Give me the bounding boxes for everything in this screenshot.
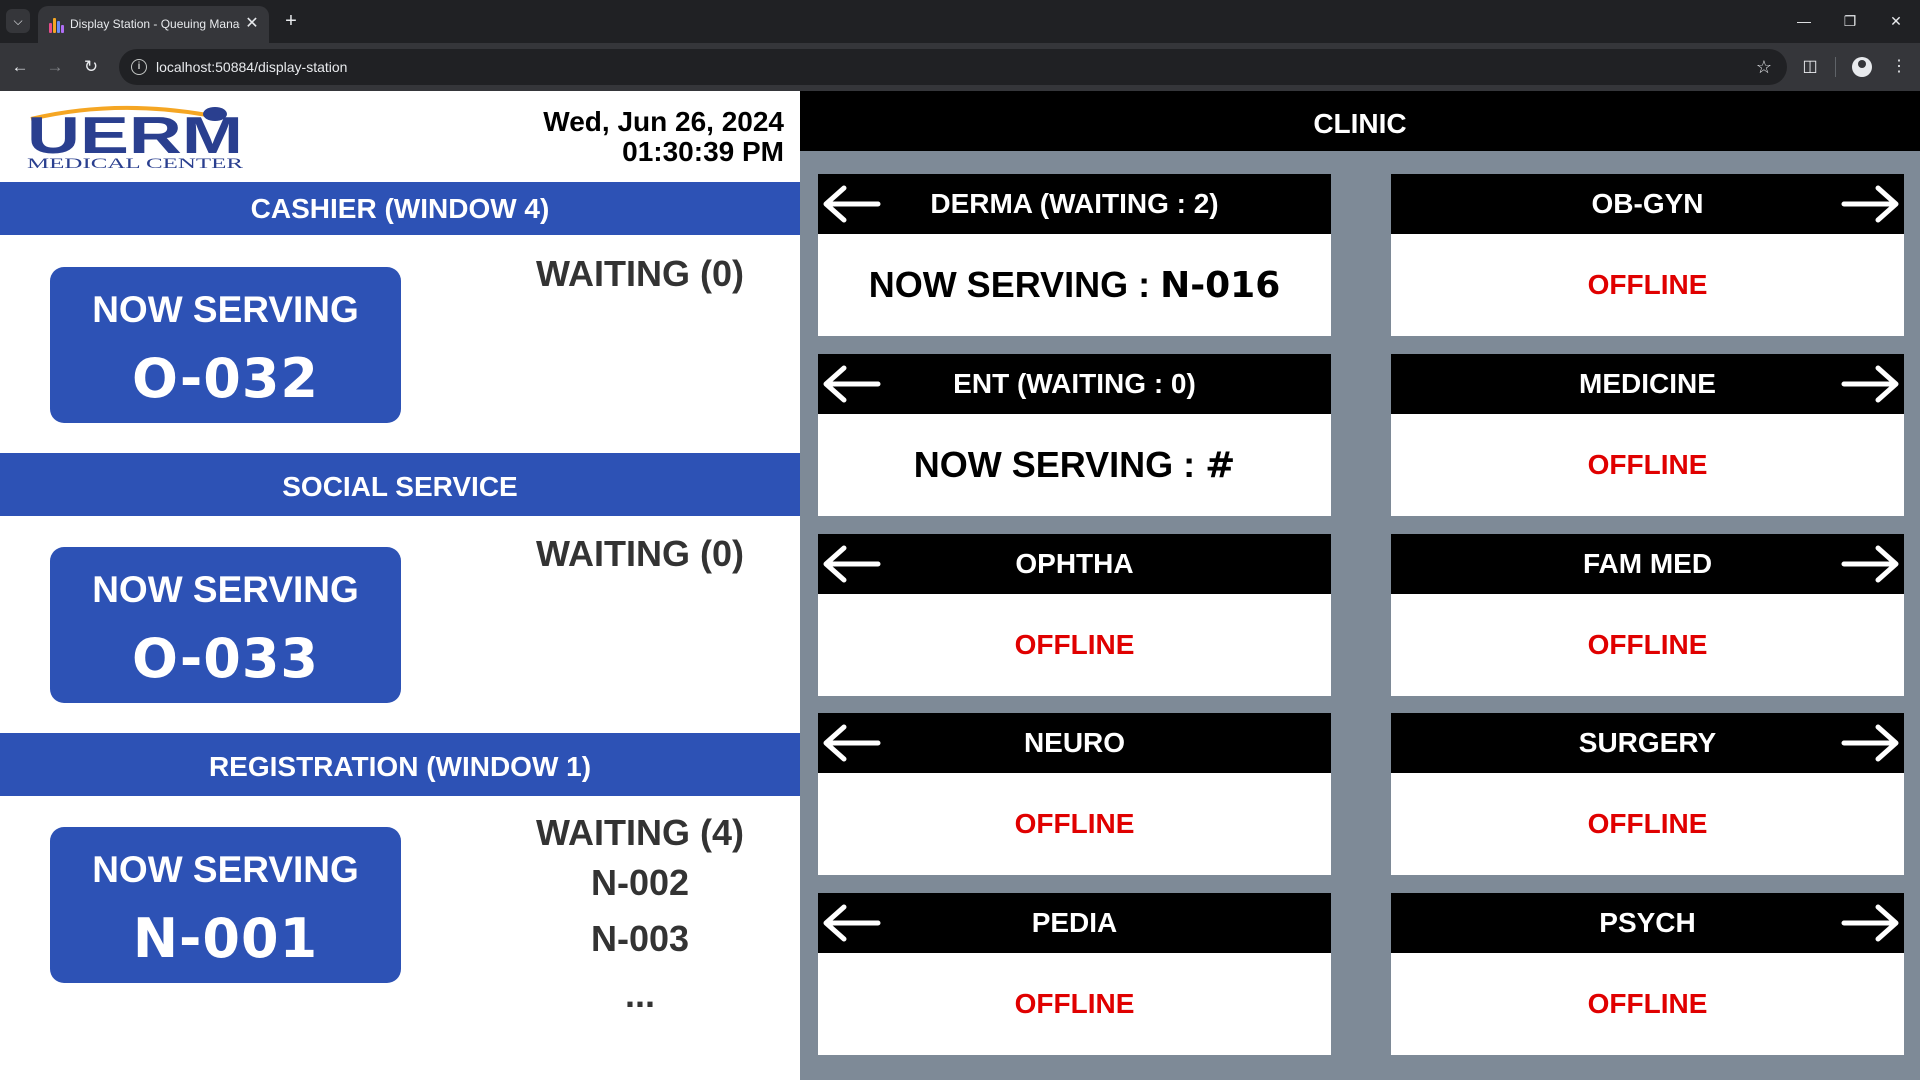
back-icon[interactable]: ← — [6, 53, 34, 81]
waiting-count: WAITING (4) — [536, 812, 744, 853]
arrow-right-icon — [1841, 724, 1899, 762]
clinic-card-pedia: PEDIA OFFLINE — [818, 893, 1331, 1055]
arrow-left-icon — [823, 185, 881, 223]
logo-subtext: MEDICAL CENTER — [27, 156, 243, 171]
current-time: 01:30:39 PM — [622, 136, 784, 167]
now-serving-number: # — [1205, 445, 1236, 486]
favicon-icon — [48, 17, 64, 33]
clinic-card-header: SURGERY — [1391, 713, 1904, 773]
address-bar[interactable]: i localhost:50884/display-station ☆ — [119, 49, 1787, 85]
service-header-cashier: CASHIER (WINDOW 4) — [0, 182, 800, 235]
waiting-count: WAITING (0) — [536, 253, 744, 294]
now-serving-label: NOW SERVING — [92, 849, 359, 890]
now-serving-box: NOW SERVING O-032 — [50, 267, 401, 423]
clinic-card-header: DERMA (WAITING : 2) — [818, 174, 1331, 234]
arrow-left-icon — [823, 904, 881, 942]
now-serving-number: N-001 — [132, 907, 319, 970]
waiting-list: WAITING (0) — [500, 532, 780, 576]
star-icon[interactable]: ☆ — [1753, 56, 1775, 78]
now-serving-number: N-016 — [1160, 265, 1281, 306]
restore-icon[interactable]: ❐ — [1832, 7, 1868, 35]
arrow-right-icon — [1841, 904, 1899, 942]
clinic-card-status: NOW SERVING : N-016 — [818, 234, 1331, 336]
now-serving-box: NOW SERVING O-033 — [50, 547, 401, 703]
clinic-card-fam-med: FAM MED OFFLINE — [1391, 534, 1904, 696]
profile-icon[interactable] — [1852, 57, 1872, 77]
menu-icon[interactable]: ⋮ — [1885, 53, 1913, 81]
clinic-card-header: OPHTHA — [818, 534, 1331, 594]
now-serving-prefix: NOW SERVING : — [868, 264, 1161, 305]
close-icon[interactable]: ✕ — [243, 15, 261, 33]
browser-tab-strip: ⌵ Display Station - Queuing Management ✕… — [0, 0, 1920, 43]
clinic-card-status: OFFLINE — [1587, 269, 1708, 300]
clinic-card-ob-gyn: OB-GYN OFFLINE — [1391, 174, 1904, 336]
service-header-social-service: SOCIAL SERVICE — [0, 453, 800, 516]
clinic-card-header: OB-GYN — [1391, 174, 1904, 234]
browser-toolbar: ← → ↻ i localhost:50884/display-station … — [0, 43, 1920, 91]
minimize-icon[interactable]: — — [1786, 7, 1822, 35]
queue-item: N-003 — [590, 918, 690, 959]
service-header-registration: REGISTRATION (WINDOW 1) — [0, 733, 800, 796]
clinic-card-header: MEDICINE — [1391, 354, 1904, 414]
clinic-card-status: OFFLINE — [1014, 988, 1135, 1019]
arrow-right-icon — [1841, 545, 1899, 583]
clinic-card-header: ENT (WAITING : 0) — [818, 354, 1331, 414]
extensions-icon[interactable]: ◫ — [1796, 53, 1824, 81]
clinic-panel: CLINIC DERMA (WAITING : 2) NOW SERVING :… — [800, 91, 1920, 1080]
browser-tab[interactable]: Display Station - Queuing Management ✕ — [38, 6, 269, 43]
toolbar-divider — [1835, 57, 1836, 77]
clinic-card-psych: PSYCH OFFLINE — [1391, 893, 1904, 1055]
arrow-left-icon — [823, 545, 881, 583]
clinic-card-ent: ENT (WAITING : 0) NOW SERVING : # — [818, 354, 1331, 516]
queue-item-more: ... — [624, 974, 655, 1015]
arrow-right-icon — [1841, 365, 1899, 403]
clinic-card-status: OFFLINE — [1587, 988, 1708, 1019]
clinic-card-header: NEURO — [818, 713, 1331, 773]
clinic-card-header: PSYCH — [1391, 893, 1904, 953]
close-window-icon[interactable]: ✕ — [1878, 7, 1914, 35]
site-info-icon[interactable]: i — [131, 59, 147, 75]
reload-icon[interactable]: ↻ — [77, 53, 105, 81]
services-panel: UERM MEDICAL CENTER Wed, Jun 26, 2024 01… — [0, 91, 800, 1080]
waiting-list: WAITING (4) N-002 N-003 ... — [500, 811, 780, 1023]
arrow-left-icon — [823, 724, 881, 762]
queue-item: N-002 — [590, 862, 690, 903]
clinic-card-derma: DERMA (WAITING : 2) NOW SERVING : N-016 — [818, 174, 1331, 336]
clinic-card-status: NOW SERVING : # — [818, 414, 1331, 516]
current-date: Wed, Jun 26, 2024 — [543, 106, 784, 137]
now-serving-number: O-033 — [131, 627, 320, 690]
clinic-card-status: OFFLINE — [1587, 808, 1708, 839]
plus-icon[interactable]: + — [280, 10, 302, 32]
uerm-logo: UERM MEDICAL CENTER — [27, 105, 243, 171]
clinic-card-header: PEDIA — [818, 893, 1331, 953]
arrow-left-icon — [823, 365, 881, 403]
waiting-list: WAITING (0) — [500, 252, 780, 296]
clinic-card-medicine: MEDICINE OFFLINE — [1391, 354, 1904, 516]
clinic-card-status: OFFLINE — [1014, 629, 1135, 660]
clinic-card-status: OFFLINE — [1587, 449, 1708, 480]
clinic-card-status: OFFLINE — [1587, 629, 1708, 660]
now-serving-box: NOW SERVING N-001 — [50, 827, 401, 983]
waiting-count: WAITING (0) — [536, 533, 744, 574]
now-serving-label: NOW SERVING — [92, 289, 359, 330]
clinic-card-header: FAM MED — [1391, 534, 1904, 594]
now-serving-prefix: NOW SERVING : — [913, 444, 1206, 485]
clinic-card-status: OFFLINE — [1014, 808, 1135, 839]
clinic-card-surgery: SURGERY OFFLINE — [1391, 713, 1904, 875]
arrow-right-icon — [1841, 185, 1899, 223]
chevron-down-icon[interactable]: ⌵ — [6, 9, 30, 33]
forward-icon[interactable]: → — [41, 53, 69, 81]
clinic-card-neuro: NEURO OFFLINE — [818, 713, 1331, 875]
tab-title: Display Station - Queuing Management — [70, 17, 240, 31]
now-serving-label: NOW SERVING — [92, 569, 359, 610]
date-time: Wed, Jun 26, 2024 01:30:39 PM — [543, 107, 784, 167]
url-text[interactable]: localhost:50884/display-station — [156, 59, 347, 75]
now-serving-number: O-032 — [131, 347, 320, 410]
clinic-card-ophtha: OPHTHA OFFLINE — [818, 534, 1331, 696]
display-station-page: UERM MEDICAL CENTER Wed, Jun 26, 2024 01… — [0, 91, 1920, 1080]
clinic-title: CLINIC — [800, 91, 1920, 151]
